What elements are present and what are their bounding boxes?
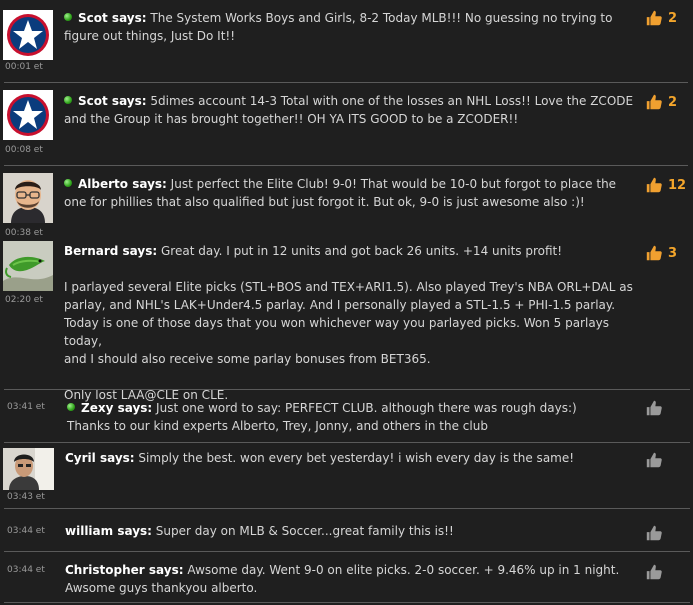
comment-line: Super day on MLB & Soccer...great family… xyxy=(155,524,454,538)
like-count: 3 xyxy=(668,245,678,261)
like-button[interactable] xyxy=(645,399,663,417)
thumbs-up-icon xyxy=(646,245,662,261)
comment-line: one for phillies that also qualified but… xyxy=(64,195,585,209)
like-button[interactable]: 2 xyxy=(645,93,677,111)
comment-post: 00:01 et Scot says: The System Works Boy… xyxy=(0,0,693,82)
like-button[interactable]: 2 xyxy=(645,9,677,27)
comment-post: 03:43 et Cyril says: Simply the best. wo… xyxy=(0,443,693,508)
comment-line: Today is one of those days that you won … xyxy=(64,316,610,348)
timestamp: 03:44 et xyxy=(7,565,45,575)
author-name[interactable]: Scot xyxy=(78,94,108,108)
says-label: says: xyxy=(128,177,167,191)
says-label: says: xyxy=(113,524,152,538)
comment-line xyxy=(64,260,639,278)
comment-line: parlay, and NHL's LAK+Under4.5 parlay. A… xyxy=(64,298,616,312)
like-button[interactable]: 3 xyxy=(645,244,677,262)
online-status-icon xyxy=(64,179,72,187)
timestamp: 02:20 et xyxy=(5,295,43,305)
comment-line: Simply the best. won every bet yesterday… xyxy=(138,451,575,465)
comment-body: Scot says: 5dimes account 14-3 Total wit… xyxy=(64,92,634,128)
author-name[interactable]: Alberto xyxy=(78,177,128,191)
comment-line: Just perfect the Elite Club! 9-0! That w… xyxy=(170,177,617,191)
comment-line: I parlayed several Elite picks (STL+BOS … xyxy=(64,280,633,294)
comment-line: Awsome day. Went 9-0 on elite picks. 2-0… xyxy=(187,563,620,577)
comment-line: The System Works Boys and Girls, 8-2 Tod… xyxy=(150,11,613,25)
comment-body: Scot says: The System Works Boys and Gir… xyxy=(64,9,634,45)
avatar[interactable] xyxy=(3,10,53,60)
timestamp: 03:43 et xyxy=(7,492,45,502)
says-label: says: xyxy=(107,11,147,25)
man-portrait-icon xyxy=(3,173,53,223)
comment-post: 03:44 et Christopher says: Awsome day. W… xyxy=(0,552,693,605)
says-label: says: xyxy=(144,563,184,577)
says-label: says: xyxy=(118,244,158,258)
avatar[interactable] xyxy=(3,241,53,291)
comment-line: and the Group it has brought together!! … xyxy=(64,112,519,126)
online-status-icon xyxy=(64,13,72,21)
comment-line: and I should also receive some parlay bo… xyxy=(64,352,431,366)
like-count: 2 xyxy=(668,94,678,110)
comment-post: 00:08 et Scot says: 5dimes account 14-3 … xyxy=(0,83,693,165)
like-button[interactable] xyxy=(645,451,663,469)
says-label: says: xyxy=(107,94,147,108)
author-name[interactable]: Christopher xyxy=(65,563,145,577)
says-label: says: xyxy=(95,451,135,465)
like-button[interactable]: 12 xyxy=(645,176,686,194)
comment-body: Zexy says: Just one word to say: PERFECT… xyxy=(67,399,627,435)
comment-post: 03:44 et william says: Super day on MLB … xyxy=(0,509,693,551)
star-logo-icon xyxy=(3,10,53,60)
thumbs-up-icon xyxy=(646,177,662,193)
thumbs-up-icon xyxy=(646,564,662,580)
author-name[interactable]: william xyxy=(65,524,113,538)
comment-line xyxy=(64,368,639,386)
author-name[interactable]: Cyril xyxy=(65,451,96,465)
avatar[interactable] xyxy=(3,448,54,490)
comment-post: Alberto says: Just perfect the Elite Clu… xyxy=(0,166,693,223)
author-name[interactable]: Bernard xyxy=(64,244,118,258)
online-status-icon xyxy=(64,96,72,104)
thumbs-up-icon xyxy=(646,94,662,110)
avatar[interactable] xyxy=(3,90,53,140)
timestamp: 00:08 et xyxy=(5,145,43,155)
comment-line: Thanks to our kind experts Alberto, Trey… xyxy=(67,419,488,433)
online-status-icon xyxy=(67,403,75,411)
like-count: 12 xyxy=(668,177,687,193)
comment-body: Bernard says: Great day. I put in 12 uni… xyxy=(64,242,639,404)
timestamp: 03:41 et xyxy=(7,402,45,412)
lizard-photo-icon xyxy=(3,241,53,291)
thumbs-up-icon xyxy=(646,400,662,416)
comment-body: Christopher says: Awsome day. Went 9-0 o… xyxy=(65,561,635,597)
comment-feed: 00:01 et Scot says: The System Works Boy… xyxy=(0,0,693,605)
comment-line: Awsome guys thankyou alberto. xyxy=(65,581,258,595)
divider xyxy=(4,602,690,603)
comment-body: Cyril says: Simply the best. won every b… xyxy=(65,449,625,467)
like-count: 2 xyxy=(668,10,678,26)
avatar[interactable] xyxy=(3,173,53,223)
comment-line: Great day. I put in 12 units and got bac… xyxy=(161,244,563,258)
like-button[interactable] xyxy=(645,524,663,542)
comment-line: Just one word to say: PERFECT CLUB. alth… xyxy=(156,401,577,415)
timestamp: 03:44 et xyxy=(7,526,45,536)
comment-line: figure out things, Just Do It!! xyxy=(64,29,236,43)
comment-line: 5dimes account 14-3 Total with one of th… xyxy=(150,94,634,108)
timestamp: 00:01 et xyxy=(5,62,43,72)
author-name[interactable]: Scot xyxy=(78,11,108,25)
person-photo-icon xyxy=(3,448,54,490)
thumbs-up-icon xyxy=(646,525,662,541)
comment-post: 02:20 et Bernard says: Great day. I put … xyxy=(0,236,693,402)
comment-body: Alberto says: Just perfect the Elite Clu… xyxy=(64,175,634,211)
author-name[interactable]: Zexy xyxy=(81,401,113,415)
says-label: says: xyxy=(113,401,153,415)
thumbs-up-icon xyxy=(646,10,662,26)
star-logo-icon xyxy=(3,90,53,140)
thumbs-up-icon xyxy=(646,452,662,468)
comment-post: 03:41 et Zexy says: Just one word to say… xyxy=(0,390,693,442)
comment-body: william says: Super day on MLB & Soccer.… xyxy=(65,522,625,540)
like-button[interactable] xyxy=(645,563,663,581)
